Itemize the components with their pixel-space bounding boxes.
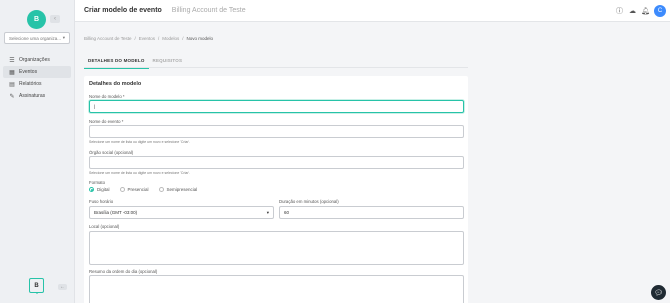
agenda-label: Resumo da ordem do dia (opcional) [89, 269, 158, 274]
duration-label: Duração em minutos (opcional) [279, 199, 339, 204]
sidebar-item-organizacoes[interactable]: ☰ Organizações [3, 54, 71, 66]
support-chat-badge[interactable]: B [29, 278, 44, 294]
duration-value: 60 [284, 210, 290, 215]
radio-label: Presencial [127, 187, 149, 192]
radio-unselected-icon [119, 187, 125, 192]
radio-label: Semipresencial [166, 187, 198, 192]
breadcrumb-modelos[interactable]: Modelos [162, 36, 179, 41]
organization-select-placeholder: Selecione uma organiza... [9, 35, 62, 41]
chevron-down-icon: ▾ [62, 35, 65, 40]
timezone-label: Fuso horário [89, 199, 114, 204]
account-name: Billing Account de Teste [171, 7, 246, 14]
cloud-icon[interactable]: ☁ [628, 7, 637, 16]
timezone-select[interactable]: Brasília (GMT -03:00) ▾ [89, 206, 274, 219]
arrow-left-icon[interactable]: ← [58, 284, 67, 290]
event-name-label: Nome do evento * [89, 119, 124, 124]
duration-input[interactable]: 60 [279, 206, 464, 219]
location-textarea[interactable] [89, 231, 464, 265]
org-label: Órgão social (opcional) [89, 150, 134, 155]
breadcrumb-current: Novo modelo [186, 36, 214, 41]
format-radio-digital[interactable]: Digital [89, 187, 110, 192]
radio-unselected-icon [158, 187, 164, 192]
breadcrumb-account[interactable]: Billing Account de Teste [84, 36, 131, 41]
page-title: Criar modelo de evento [84, 7, 162, 14]
section-title: Detalhes do modelo [89, 81, 142, 87]
app-logo[interactable]: B [27, 10, 46, 29]
format-radio-semipresencial[interactable]: Semipresencial [158, 187, 198, 192]
radio-label: Digital [97, 187, 110, 192]
agenda-textarea[interactable] [89, 275, 464, 303]
tabs-divider [84, 67, 468, 68]
breadcrumb-separator: / [134, 36, 136, 41]
collapse-sidebar-button[interactable]: ‹ [50, 15, 60, 23]
sidebar-item-relatorios[interactable]: ▤ Relatórios [3, 78, 71, 90]
chevron-down-icon: ▾ [266, 209, 269, 215]
template-name-label: Nome do modelo * [89, 94, 125, 99]
sidebar-item-eventos[interactable]: ▦ Eventos [3, 66, 71, 78]
list-icon: ☰ [9, 57, 15, 64]
sidebar-item-label: Eventos [19, 69, 38, 75]
report-icon: ▤ [9, 81, 15, 88]
format-radio-presencial[interactable]: Presencial [119, 187, 149, 192]
template-details-card: Detalhes do modelo Nome do modelo * | No… [84, 76, 468, 303]
text-cursor: | [94, 104, 96, 109]
format-label: Formato [89, 180, 105, 185]
org-input[interactable] [89, 156, 464, 169]
location-label: Local (opcional) [89, 224, 120, 229]
sidebar-nav: ☰ Organizações ▦ Eventos ▤ Relatórios ✎ … [0, 54, 74, 102]
sidebar-item-label: Relatórios [19, 81, 42, 87]
avatar[interactable]: C [654, 5, 666, 17]
breadcrumb: Billing Account de Teste / Eventos / Mod… [84, 36, 213, 41]
event-name-hint: Selecione um nome de lista ou digite um … [89, 140, 191, 144]
breadcrumb-separator: / [157, 36, 160, 41]
timezone-value: Brasília (GMT -03:00) [94, 210, 138, 215]
template-name-input[interactable]: | [89, 100, 464, 113]
help-icon[interactable]: ⓘ [615, 7, 624, 16]
radio-selected-icon [89, 187, 94, 192]
sidebar: B ‹ Selecione uma organiza... ▾ ☰ Organi… [0, 0, 75, 303]
event-name-input[interactable] [89, 125, 464, 138]
organization-select[interactable]: Selecione uma organiza... ▾ [4, 32, 70, 44]
sidebar-item-label: Organizações [19, 57, 50, 63]
org-hint: Selecione um nome de lista ou digite um … [89, 171, 191, 175]
sidebar-item-assinaturas[interactable]: ✎ Assinaturas [3, 90, 71, 102]
sidebar-item-label: Assinaturas [19, 93, 46, 99]
chat-icon[interactable]: 💬︎ [651, 285, 666, 300]
format-radio-group: Digital Presencial Semipresencial [89, 187, 197, 192]
signature-icon: ✎ [9, 93, 15, 100]
calendar-icon: ▦ [9, 69, 15, 76]
breadcrumb-eventos[interactable]: Eventos [139, 36, 155, 41]
bell-icon[interactable]: 🔔︎ [641, 7, 650, 16]
breadcrumb-separator: / [182, 36, 184, 41]
top-bar: Criar modelo de evento Billing Account d… [75, 0, 670, 22]
top-bar-icons: ⓘ ☁ 🔔︎ C [615, 5, 666, 17]
